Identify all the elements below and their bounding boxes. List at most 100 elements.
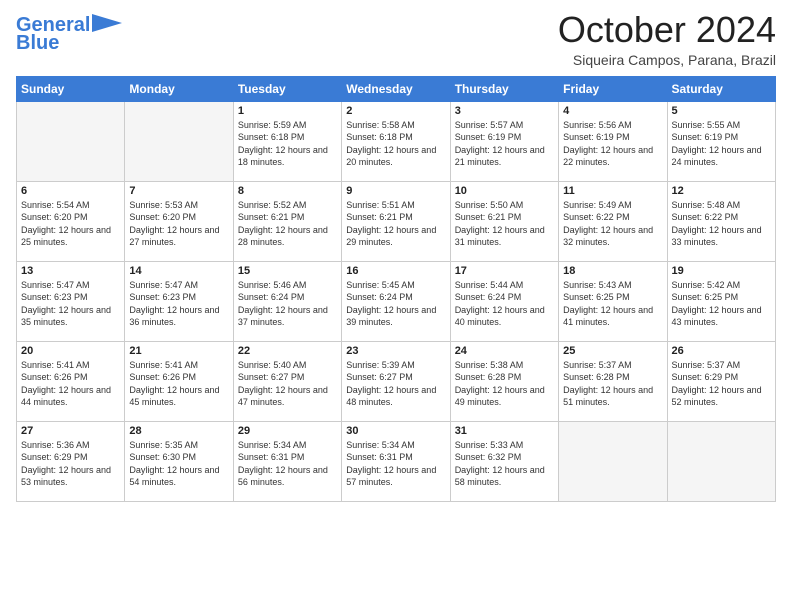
day-info: Sunrise: 5:56 AM Sunset: 6:19 PM Dayligh…	[563, 119, 662, 169]
calendar-cell: 17 Sunrise: 5:44 AM Sunset: 6:24 PM Dayli…	[450, 261, 558, 341]
day-of-week-header: Thursday	[450, 76, 558, 101]
day-info: Sunrise: 5:57 AM Sunset: 6:19 PM Dayligh…	[455, 119, 554, 169]
calendar-week-row: 27 Sunrise: 5:36 AM Sunset: 6:29 PM Dayli…	[17, 421, 776, 501]
day-info: Sunrise: 5:41 AM Sunset: 6:26 PM Dayligh…	[129, 359, 228, 409]
day-info: Sunrise: 5:58 AM Sunset: 6:18 PM Dayligh…	[346, 119, 445, 169]
calendar-cell: 22Sunrise: 5:40 AM Sunset: 6:27 PM Dayli…	[233, 341, 341, 421]
day-number: 6	[21, 185, 120, 197]
calendar-cell: 14Sunrise: 5:47 AM Sunset: 6:23 PM Dayli…	[125, 261, 233, 341]
logo-flag-icon	[92, 14, 122, 32]
calendar-week-row: 1 Sunrise: 5:59 AM Sunset: 6:18 PM Daylig…	[17, 101, 776, 181]
day-info: Sunrise: 5:47 AM Sunset: 6:23 PM Dayligh…	[21, 279, 120, 329]
page: General Blue October 2024 Siqueira Campo…	[0, 0, 792, 612]
day-number: 27	[21, 425, 120, 437]
calendar-week-row: 6Sunrise: 5:54 AM Sunset: 6:20 PM Daylig…	[17, 181, 776, 261]
day-number: 18	[563, 265, 662, 277]
day-info: Sunrise: 5:42 AM Sunset: 6:25 PM Dayligh…	[672, 279, 771, 329]
day-info: Sunrise: 5:33 AM Sunset: 6:32 PM Dayligh…	[455, 439, 554, 489]
day-number: 8	[238, 185, 337, 197]
day-number: 30	[346, 425, 445, 437]
day-info: Sunrise: 5:59 AM Sunset: 6:18 PM Dayligh…	[238, 119, 337, 169]
month-title: October 2024	[558, 10, 776, 50]
calendar-cell: 13 Sunrise: 5:47 AM Sunset: 6:23 PM Dayli…	[17, 261, 125, 341]
calendar-cell: 25 Sunrise: 5:37 AM Sunset: 6:28 PM Dayli…	[559, 341, 667, 421]
calendar-cell: 19 Sunrise: 5:42 AM Sunset: 6:25 PM Dayli…	[667, 261, 775, 341]
location: Siqueira Campos, Parana, Brazil	[558, 52, 776, 68]
calendar-cell: 16 Sunrise: 5:45 AM Sunset: 6:24 PM Dayli…	[342, 261, 450, 341]
day-number: 3	[455, 105, 554, 117]
day-info: Sunrise: 5:39 AM Sunset: 6:27 PM Dayligh…	[346, 359, 445, 409]
day-number: 13	[21, 265, 120, 277]
day-number: 19	[672, 265, 771, 277]
day-number: 16	[346, 265, 445, 277]
day-of-week-header: Friday	[559, 76, 667, 101]
day-info: Sunrise: 5:35 AM Sunset: 6:30 PM Dayligh…	[129, 439, 228, 489]
calendar-cell: 27 Sunrise: 5:36 AM Sunset: 6:29 PM Dayli…	[17, 421, 125, 501]
calendar-cell	[125, 101, 233, 181]
calendar-cell	[559, 421, 667, 501]
day-number: 10	[455, 185, 554, 197]
day-of-week-header: Sunday	[17, 76, 125, 101]
calendar-cell: 21 Sunrise: 5:41 AM Sunset: 6:26 PM Dayli…	[125, 341, 233, 421]
day-number: 23	[346, 345, 445, 357]
day-info: Sunrise: 5:43 AM Sunset: 6:25 PM Dayligh…	[563, 279, 662, 329]
day-info: Sunrise: 5:44 AM Sunset: 6:24 PM Dayligh…	[455, 279, 554, 329]
day-info: Sunrise: 5:37 AM Sunset: 6:29 PM Dayligh…	[672, 359, 771, 409]
day-number: 26	[672, 345, 771, 357]
calendar-cell: 31Sunrise: 5:33 AM Sunset: 6:32 PM Dayli…	[450, 421, 558, 501]
calendar-cell: 28Sunrise: 5:35 AM Sunset: 6:30 PM Dayli…	[125, 421, 233, 501]
day-info: Sunrise: 5:50 AM Sunset: 6:21 PM Dayligh…	[455, 199, 554, 249]
day-number: 2	[346, 105, 445, 117]
day-number: 25	[563, 345, 662, 357]
calendar-cell: 4 Sunrise: 5:56 AM Sunset: 6:19 PM Daylig…	[559, 101, 667, 181]
calendar-cell: 30 Sunrise: 5:34 AM Sunset: 6:31 PM Dayli…	[342, 421, 450, 501]
calendar-cell: 11Sunrise: 5:49 AM Sunset: 6:22 PM Dayli…	[559, 181, 667, 261]
day-number: 15	[238, 265, 337, 277]
day-info: Sunrise: 5:46 AM Sunset: 6:24 PM Dayligh…	[238, 279, 337, 329]
day-info: Sunrise: 5:52 AM Sunset: 6:21 PM Dayligh…	[238, 199, 337, 249]
day-of-week-header: Tuesday	[233, 76, 341, 101]
day-info: Sunrise: 5:34 AM Sunset: 6:31 PM Dayligh…	[346, 439, 445, 489]
calendar-cell: 26 Sunrise: 5:37 AM Sunset: 6:29 PM Dayli…	[667, 341, 775, 421]
calendar-cell: 2 Sunrise: 5:58 AM Sunset: 6:18 PM Daylig…	[342, 101, 450, 181]
day-number: 5	[672, 105, 771, 117]
day-number: 4	[563, 105, 662, 117]
title-block: October 2024 Siqueira Campos, Parana, Br…	[558, 10, 776, 68]
day-info: Sunrise: 5:36 AM Sunset: 6:29 PM Dayligh…	[21, 439, 120, 489]
calendar-cell: 8 Sunrise: 5:52 AM Sunset: 6:21 PM Daylig…	[233, 181, 341, 261]
day-info: Sunrise: 5:41 AM Sunset: 6:26 PM Dayligh…	[21, 359, 120, 409]
day-info: Sunrise: 5:51 AM Sunset: 6:21 PM Dayligh…	[346, 199, 445, 249]
calendar-week-row: 13 Sunrise: 5:47 AM Sunset: 6:23 PM Dayli…	[17, 261, 776, 341]
logo-blue: Blue	[16, 32, 59, 54]
day-number: 17	[455, 265, 554, 277]
calendar-cell: 23 Sunrise: 5:39 AM Sunset: 6:27 PM Dayli…	[342, 341, 450, 421]
calendar-cell	[17, 101, 125, 181]
logo: General Blue	[16, 14, 122, 54]
day-number: 1	[238, 105, 337, 117]
day-number: 21	[129, 345, 228, 357]
day-number: 20	[21, 345, 120, 357]
day-number: 29	[238, 425, 337, 437]
calendar-cell: 6Sunrise: 5:54 AM Sunset: 6:20 PM Daylig…	[17, 181, 125, 261]
day-info: Sunrise: 5:40 AM Sunset: 6:27 PM Dayligh…	[238, 359, 337, 409]
calendar-cell: 12Sunrise: 5:48 AM Sunset: 6:22 PM Dayli…	[667, 181, 775, 261]
calendar-table: SundayMondayTuesdayWednesdayThursdayFrid…	[16, 76, 776, 502]
calendar-cell: 1 Sunrise: 5:59 AM Sunset: 6:18 PM Daylig…	[233, 101, 341, 181]
day-of-week-header: Wednesday	[342, 76, 450, 101]
day-number: 12	[672, 185, 771, 197]
day-info: Sunrise: 5:34 AM Sunset: 6:31 PM Dayligh…	[238, 439, 337, 489]
day-info: Sunrise: 5:55 AM Sunset: 6:19 PM Dayligh…	[672, 119, 771, 169]
calendar-cell: 15 Sunrise: 5:46 AM Sunset: 6:24 PM Dayli…	[233, 261, 341, 341]
calendar-cell: 9Sunrise: 5:51 AM Sunset: 6:21 PM Daylig…	[342, 181, 450, 261]
calendar-cell: 10 Sunrise: 5:50 AM Sunset: 6:21 PM Dayli…	[450, 181, 558, 261]
day-info: Sunrise: 5:53 AM Sunset: 6:20 PM Dayligh…	[129, 199, 228, 249]
day-of-week-header: Saturday	[667, 76, 775, 101]
day-info: Sunrise: 5:38 AM Sunset: 6:28 PM Dayligh…	[455, 359, 554, 409]
day-info: Sunrise: 5:45 AM Sunset: 6:24 PM Dayligh…	[346, 279, 445, 329]
calendar-cell: 24Sunrise: 5:38 AM Sunset: 6:28 PM Dayli…	[450, 341, 558, 421]
calendar-cell: 29 Sunrise: 5:34 AM Sunset: 6:31 PM Dayli…	[233, 421, 341, 501]
day-info: Sunrise: 5:47 AM Sunset: 6:23 PM Dayligh…	[129, 279, 228, 329]
day-info: Sunrise: 5:49 AM Sunset: 6:22 PM Dayligh…	[563, 199, 662, 249]
calendar-week-row: 20 Sunrise: 5:41 AM Sunset: 6:26 PM Dayli…	[17, 341, 776, 421]
day-info: Sunrise: 5:37 AM Sunset: 6:28 PM Dayligh…	[563, 359, 662, 409]
